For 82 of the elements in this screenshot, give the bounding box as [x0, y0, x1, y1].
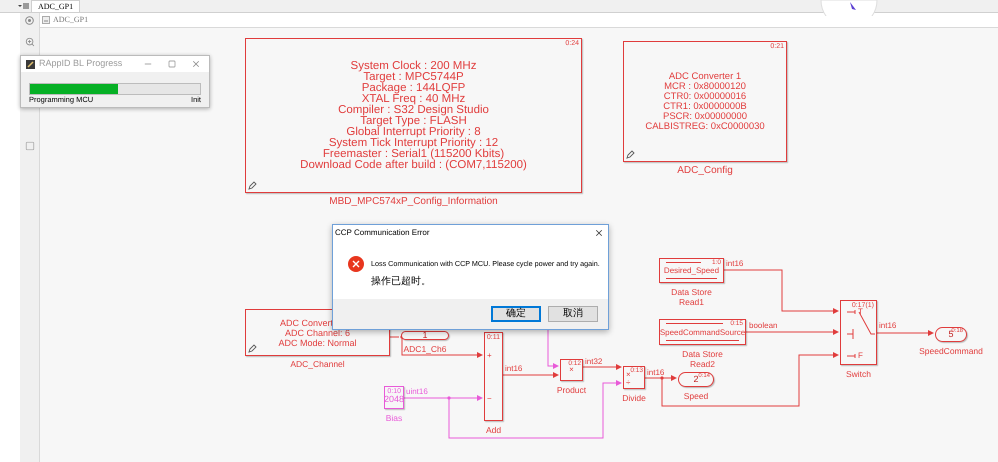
port-label: T — [858, 308, 863, 316]
data-store-name: SpeedCommandSource — [660, 328, 746, 336]
signal-line — [876, 330, 934, 336]
annotation-line: XTAL Freq : 40 MHz — [362, 94, 466, 104]
dialog-button[interactable]: 确定 — [491, 306, 541, 322]
dialog-button[interactable]: 取消 — [548, 306, 598, 322]
close-icon[interactable] — [594, 228, 604, 238]
block-label: SpeedCommand — [919, 346, 983, 356]
block-label: ADC_Channel — [290, 359, 345, 369]
annotation-line: CTR1: 0x0000000B — [663, 102, 747, 112]
block-label: Data Store — [671, 287, 712, 297]
annotation-line: System Tick Interrupt Priority : 12 — [328, 138, 498, 148]
block-label: Divide — [622, 393, 646, 403]
annotation-line: PSCR: 0x00000000 — [663, 112, 747, 122]
address-path[interactable]: ADC_GP1 — [53, 14, 88, 26]
annotation-block[interactable] — [245, 38, 582, 193]
port-number: 1 — [422, 331, 428, 340]
block-label: Read1 — [678, 297, 704, 307]
annotation-line: Download Code after build : (COM7,115200) — [300, 160, 527, 170]
port-label: F — [858, 352, 863, 360]
signal-line — [548, 330, 559, 369]
block-label: Read2 — [690, 359, 716, 369]
window-title: RAppID BL Progress — [39, 57, 122, 70]
app-icon — [26, 60, 35, 68]
signal-type-label: int32 — [585, 357, 602, 366]
target-icon[interactable] — [25, 16, 34, 25]
annotation-line: Package : 144LQFP — [362, 82, 466, 94]
signal-line — [390, 336, 400, 338]
port-number: 5 — [948, 330, 954, 339]
annotation-line: Target : MPC5744P — [363, 72, 464, 82]
port-sign: + — [487, 352, 492, 360]
block-label: ADC_Config — [677, 165, 733, 176]
block-label: ADC1_Ch6 — [404, 344, 446, 354]
annotation-line: CTR0: 0x00000016 — [664, 92, 746, 102]
data-store-name: Desired_Speed — [664, 266, 720, 275]
annotation-line: Global Interrupt Priority : 8 — [346, 126, 481, 138]
signal-type-label: int16 — [726, 259, 744, 268]
port-number: 2 — [693, 375, 698, 384]
annotation-line: CALBISTREG: 0xC0000030 — [645, 122, 765, 132]
pencil-icon — [248, 344, 257, 353]
block-label: Add — [486, 425, 502, 435]
branch-point — [660, 376, 664, 380]
signal-line — [582, 364, 622, 370]
signal-type-label: int16 — [879, 321, 896, 330]
annotation-line: ADC Mode: Normal — [278, 338, 357, 348]
signal-type-label: uint16 — [406, 387, 428, 396]
operator-symbol: × — [626, 371, 631, 379]
annotation-line: Compiler : S32 Design Studio — [338, 104, 489, 116]
block-label: Product — [556, 385, 586, 395]
dialog-title: CCP Communication Error — [335, 226, 430, 238]
model-icon — [42, 16, 50, 24]
annotation-line: ADC Converter 1 — [668, 72, 742, 82]
menu-icon[interactable] — [18, 3, 29, 9]
port-sign: − — [487, 395, 492, 403]
block-label: Switch — [846, 369, 872, 379]
annotation-line: ADC Convert — [280, 318, 334, 328]
square-icon[interactable] — [24, 141, 34, 151]
signal-type-label: int16 — [647, 368, 664, 377]
annotation-line: System Clock : 200 MHz — [350, 60, 476, 72]
switch-symbol-icon — [847, 310, 875, 358]
model-tab[interactable]: ADC_GP1 — [31, 0, 80, 12]
block-label: Bias — [386, 413, 402, 423]
block-label: MBD_MPC574xP_Config_Information — [329, 196, 498, 207]
error-icon — [348, 256, 364, 272]
signal-line — [502, 372, 559, 378]
pencil-icon — [626, 150, 635, 159]
branch-point — [447, 396, 451, 400]
operator-symbol: × — [569, 366, 574, 374]
annotation-line: ADC Channel: 6 — [284, 328, 350, 338]
block-label: Data Store — [682, 349, 723, 359]
signal-type-label: boolean — [749, 321, 778, 330]
annotation-line: Target Type : FLASH — [360, 116, 467, 126]
pencil-icon — [248, 181, 257, 190]
annotation-line: MCR : 0x80000120 — [664, 82, 746, 92]
maximize-icon[interactable] — [168, 60, 176, 68]
dialog-detail: 操作已超时。 — [371, 277, 432, 287]
zoom-in-icon[interactable] — [24, 37, 34, 47]
signal-type-label: int16 — [505, 364, 522, 373]
block-label: Speed — [684, 391, 708, 401]
annotation-line: Freemaster : Serial1 (115200 Kbits) — [322, 148, 504, 160]
outport-block[interactable]: 1 — [401, 331, 449, 340]
operator-symbol: ÷ — [626, 379, 630, 387]
